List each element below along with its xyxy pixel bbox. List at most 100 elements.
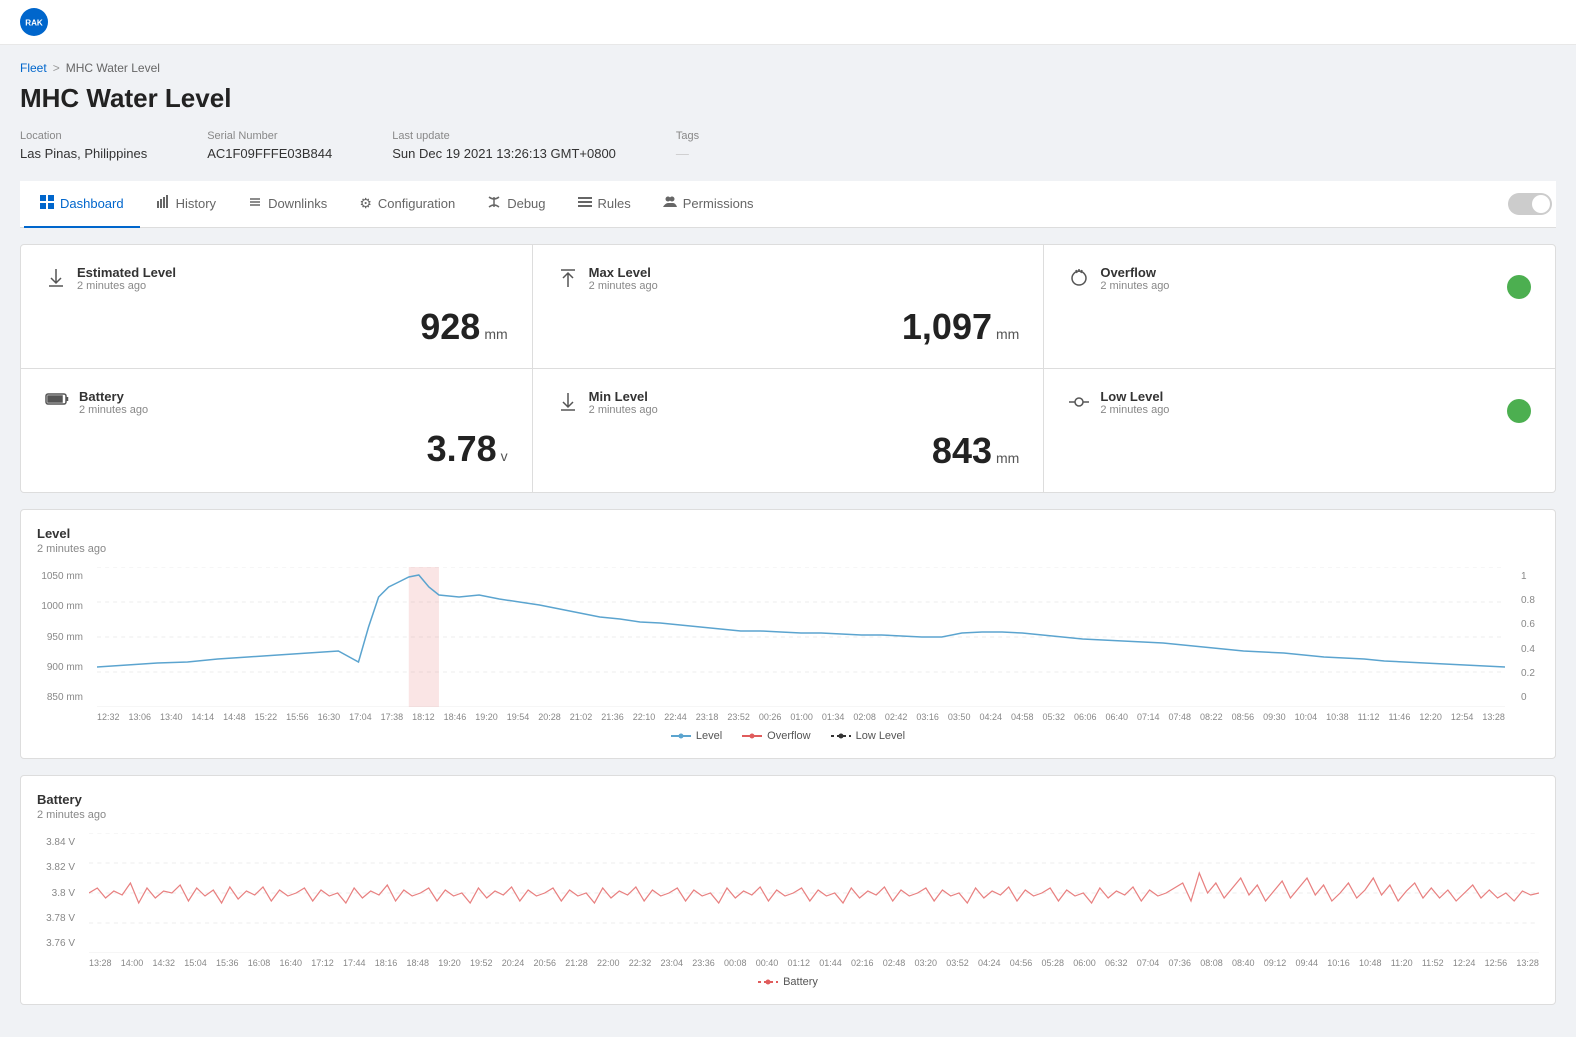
batt-x: 14:00 xyxy=(121,958,144,968)
batt-x: 06:32 xyxy=(1105,958,1128,968)
max-level-value: 1,097 xyxy=(902,306,992,348)
batt-x: 19:52 xyxy=(470,958,493,968)
batt-x: 16:08 xyxy=(248,958,271,968)
battery-chart-section: Battery 2 minutes ago 3.84 V 3.82 V 3.8 … xyxy=(20,775,1556,1005)
batt-x: 04:56 xyxy=(1010,958,1033,968)
metric-overflow: Overflow 2 minutes ago xyxy=(1044,245,1555,368)
x-label: 12:32 xyxy=(97,712,120,722)
low-level-name: Low Level xyxy=(1100,389,1169,404)
batt-x: 00:40 xyxy=(756,958,779,968)
batt-x: 22:00 xyxy=(597,958,620,968)
batt-x: 12:56 xyxy=(1485,958,1508,968)
toggle-switch[interactable] xyxy=(1508,193,1552,215)
x-label: 02:42 xyxy=(885,712,908,722)
max-level-unit: mm xyxy=(996,326,1019,342)
batt-x: 01:12 xyxy=(788,958,811,968)
x-label: 04:58 xyxy=(1011,712,1034,722)
y-label-950: 950 mm xyxy=(37,632,83,643)
batt-x: 15:36 xyxy=(216,958,239,968)
batt-x: 15:04 xyxy=(184,958,207,968)
batt-x: 13:28 xyxy=(1516,958,1539,968)
x-label: 07:48 xyxy=(1169,712,1192,722)
batt-y-380: 3.8 V xyxy=(37,888,75,899)
tab-configuration[interactable]: ⚙ Configuration xyxy=(343,181,471,228)
y-right-08: 0.8 xyxy=(1521,595,1539,606)
logo: RAK xyxy=(20,8,48,36)
batt-x: 01:44 xyxy=(819,958,842,968)
battery-chart-subtitle: 2 minutes ago xyxy=(37,809,1539,821)
metric-min-level: Min Level 2 minutes ago 843 mm xyxy=(533,369,1044,492)
x-label: 03:50 xyxy=(948,712,971,722)
batt-x: 20:24 xyxy=(502,958,525,968)
legend-lowlevel-icon xyxy=(831,733,851,739)
breadcrumb-fleet[interactable]: Fleet xyxy=(20,61,47,75)
batt-x: 16:40 xyxy=(280,958,303,968)
x-label: 05:32 xyxy=(1042,712,1065,722)
battery-unit: v xyxy=(501,448,508,464)
overflow-time: 2 minutes ago xyxy=(1100,280,1169,292)
legend-overflow-label: Overflow xyxy=(767,730,810,742)
x-label: 06:06 xyxy=(1074,712,1097,722)
x-label: 00:26 xyxy=(759,712,782,722)
y-label-1050: 1050 mm xyxy=(37,571,83,582)
tab-rules[interactable]: Rules xyxy=(562,181,647,228)
x-label: 22:10 xyxy=(633,712,656,722)
x-label: 06:40 xyxy=(1106,712,1129,722)
batt-x: 03:52 xyxy=(946,958,969,968)
batt-x: 05:28 xyxy=(1042,958,1065,968)
meta-tags: Tags — xyxy=(676,130,699,161)
x-label: 01:00 xyxy=(790,712,813,722)
rules-icon xyxy=(578,195,592,212)
tab-downlinks[interactable]: Downlinks xyxy=(232,181,343,228)
serial-value: AC1F09FFFE03B844 xyxy=(207,146,332,161)
battery-name: Battery xyxy=(79,389,148,404)
x-label: 13:06 xyxy=(129,712,152,722)
x-label: 19:20 xyxy=(475,712,498,722)
y-label-850: 850 mm xyxy=(37,692,83,703)
y-label-1000: 1000 mm xyxy=(37,601,83,612)
lastupdate-label: Last update xyxy=(392,130,616,142)
estimated-level-icon xyxy=(45,267,67,294)
batt-x: 17:12 xyxy=(311,958,334,968)
batt-x: 04:24 xyxy=(978,958,1001,968)
x-label: 15:22 xyxy=(255,712,278,722)
tab-downlinks-label: Downlinks xyxy=(268,196,327,211)
y-right-06: 0.6 xyxy=(1521,619,1539,630)
low-level-icon xyxy=(1068,391,1090,418)
batt-x: 14:32 xyxy=(153,958,176,968)
x-label: 13:40 xyxy=(160,712,183,722)
x-label: 23:18 xyxy=(696,712,719,722)
tab-debug[interactable]: Debug xyxy=(471,181,561,228)
legend-battery-label: Battery xyxy=(783,976,818,988)
overflow-icon xyxy=(1068,267,1090,294)
x-label: 14:48 xyxy=(223,712,246,722)
batt-x: 08:08 xyxy=(1200,958,1223,968)
tab-debug-label: Debug xyxy=(507,196,545,211)
min-level-time: 2 minutes ago xyxy=(589,404,658,416)
batt-x: 21:28 xyxy=(565,958,588,968)
level-chart-title: Level xyxy=(37,526,1539,541)
batt-y-378: 3.78 V xyxy=(37,913,75,924)
x-label: 08:56 xyxy=(1232,712,1255,722)
x-label: 20:28 xyxy=(538,712,561,722)
tab-history[interactable]: History xyxy=(140,181,232,228)
x-label: 01:34 xyxy=(822,712,845,722)
x-label: 04:24 xyxy=(979,712,1002,722)
x-label: 18:12 xyxy=(412,712,435,722)
tags-value: — xyxy=(676,146,699,161)
batt-x: 11:20 xyxy=(1391,958,1413,968)
batt-x: 10:48 xyxy=(1359,958,1382,968)
tab-permissions[interactable]: Permissions xyxy=(647,181,770,228)
logo-icon: RAK xyxy=(20,8,48,36)
legend-level-icon xyxy=(671,733,691,739)
batt-x: 20:56 xyxy=(534,958,557,968)
x-label: 10:04 xyxy=(1295,712,1318,722)
legend-low-level: Low Level xyxy=(831,730,906,742)
x-label: 21:02 xyxy=(570,712,593,722)
battery-value: 3.78 xyxy=(427,428,497,470)
overflow-name: Overflow xyxy=(1100,265,1169,280)
dashboard-toggle[interactable] xyxy=(1508,193,1552,215)
tab-dashboard[interactable]: Dashboard xyxy=(24,181,140,228)
x-label: 18:46 xyxy=(444,712,467,722)
dashboard-icon xyxy=(40,195,54,212)
